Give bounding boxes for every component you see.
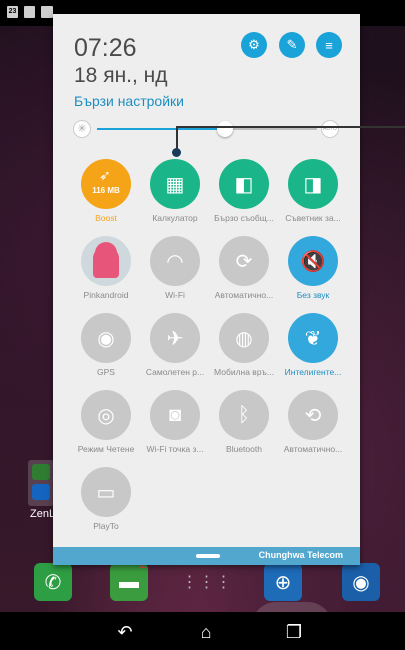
- quick-tile-label: Автоматично...: [214, 290, 274, 300]
- auto-brightness-icon[interactable]: AUTO: [321, 120, 339, 138]
- mobile-data-icon: ◍: [219, 313, 269, 363]
- rocket-icon: ➶ 116 MB: [81, 159, 131, 209]
- boost-glyph: ➶: [99, 167, 111, 183]
- brightness-sun-icon: ✳: [73, 120, 91, 138]
- quick-tile[interactable]: ⟳ Автоматично...: [209, 236, 279, 300]
- hotspot-icon: ◙: [150, 390, 200, 440]
- home-icon[interactable]: ⌂: [196, 622, 216, 642]
- wifi-icon: ◠: [150, 236, 200, 286]
- quick-tile-label: Автоматично...: [283, 444, 343, 454]
- quick-tile-label: GPS: [97, 367, 115, 377]
- edit-icon[interactable]: ✎: [279, 32, 305, 58]
- quick-tile[interactable]: ➶ 116 MB Boost: [71, 159, 141, 223]
- browser-icon[interactable]: ⊕: [264, 563, 302, 601]
- quick-tile[interactable]: ❦ Интелигенте...: [278, 313, 348, 377]
- all-apps-icon[interactable]: ⋮⋮⋮: [182, 563, 232, 601]
- quick-tile-label: Без звук: [296, 290, 330, 300]
- notes-icon[interactable]: ≡: [316, 32, 342, 58]
- calendar-notification-icon: 23: [7, 6, 18, 18]
- gps-icon: ◉: [81, 313, 131, 363]
- quick-tile-label: Бързо съобщ...: [214, 213, 274, 223]
- quick-message-icon: ◧: [219, 159, 269, 209]
- pinkandroid-avatar: [81, 236, 131, 286]
- quick-tile[interactable]: ⟲ Автоматично...: [278, 390, 348, 454]
- airplane-icon: ✈: [150, 313, 200, 363]
- back-icon[interactable]: ↶: [115, 622, 135, 642]
- camera-icon[interactable]: ◉: [342, 563, 380, 601]
- bluetooth-icon: ᛒ: [219, 390, 269, 440]
- quick-tile[interactable]: ◉ GPS: [71, 313, 141, 377]
- home-folder[interactable]: [28, 460, 54, 506]
- reading-mode-icon: ◎: [81, 390, 131, 440]
- quick-tile-label: Wi-Fi точка з...: [146, 444, 204, 454]
- quick-tile-label: Режим Четене: [77, 444, 135, 454]
- mute-icon: 🔇: [288, 236, 338, 286]
- quick-tile[interactable]: Pinkandroid: [71, 236, 141, 300]
- quick-tile[interactable]: ◨ Съветник за...: [278, 159, 348, 223]
- quick-tile-label: Самолетен р...: [145, 367, 205, 377]
- avatar-head: [95, 242, 117, 256]
- quick-tile[interactable]: ◍ Мобилна връ...: [209, 313, 279, 377]
- callout-dot: [172, 148, 181, 157]
- quick-tile-label: Boost: [95, 213, 117, 223]
- settings-gear-icon[interactable]: ⚙: [241, 32, 267, 58]
- quick-tile[interactable]: ▦ Калкулатор: [140, 159, 210, 223]
- quick-tile[interactable]: 🔇 Без звук: [278, 236, 348, 300]
- brightness-track[interactable]: [97, 128, 317, 130]
- quick-tile[interactable]: ▭ PlayTo: [71, 467, 141, 531]
- quick-settings-title: Бързи настройки: [74, 93, 184, 109]
- folder-app-icon: [32, 484, 50, 500]
- quick-tile-label: PlayTo: [93, 521, 119, 531]
- folder-label: ZenL: [30, 508, 56, 520]
- quick-tile[interactable]: ✈ Самолетен р...: [140, 313, 210, 377]
- brightness-slider[interactable]: ✳ AUTO: [71, 120, 347, 138]
- quick-settings-panel: 07:26 18 ян., нд Бързи настройки ⚙ ✎ ≡ ✳…: [53, 14, 360, 565]
- auto-rotate-icon: ⟳: [219, 236, 269, 286]
- image-notification-icon: [41, 6, 53, 18]
- folder-app-icon: [32, 464, 50, 480]
- quick-tile-label: Интелигенте...: [284, 367, 342, 377]
- quick-tile[interactable]: ◠ Wi-Fi: [140, 236, 210, 300]
- clock-time: 07:26: [74, 34, 137, 62]
- quick-tile-label: Калкулатор: [152, 213, 198, 223]
- auto-sync-icon: ⟲: [288, 390, 338, 440]
- quick-tile[interactable]: ᛒ Bluetooth: [209, 390, 279, 454]
- quick-tile-label: Съветник за...: [285, 213, 341, 223]
- brightness-thumb[interactable]: [216, 121, 233, 137]
- panel-footer: Chunghwa Telecom: [53, 547, 360, 565]
- phone-icon[interactable]: ✆: [34, 563, 72, 601]
- quick-tile[interactable]: ◎ Режим Четене: [71, 390, 141, 454]
- document-notification-icon: [24, 6, 35, 18]
- recent-apps-icon[interactable]: ❐: [284, 622, 304, 642]
- quick-tile-label: Pinkandroid: [83, 290, 129, 300]
- boost-memory-text: 116 MB: [92, 186, 120, 195]
- quick-tile[interactable]: ◙ Wi-Fi точка з...: [140, 390, 210, 454]
- quick-tile-label: Wi-Fi: [165, 290, 185, 300]
- clock-date: 18 ян., нд: [74, 64, 168, 87]
- navigation-bar: ↶ ⌂ ❐: [0, 612, 405, 650]
- callout-line: [176, 126, 405, 128]
- playto-icon: ▭: [81, 467, 131, 517]
- drag-handle[interactable]: [196, 554, 220, 558]
- quick-tile[interactable]: ◧ Бързо съобщ...: [209, 159, 279, 223]
- audio-wizard-icon: ◨: [288, 159, 338, 209]
- quick-tile-label: Bluetooth: [226, 444, 262, 454]
- carrier-name: Chunghwa Telecom: [258, 550, 343, 560]
- leaf-icon: ❦: [288, 313, 338, 363]
- quick-tile-label: Мобилна връ...: [214, 367, 274, 377]
- brightness-fill: [97, 128, 225, 130]
- calculator-icon: ▦: [150, 159, 200, 209]
